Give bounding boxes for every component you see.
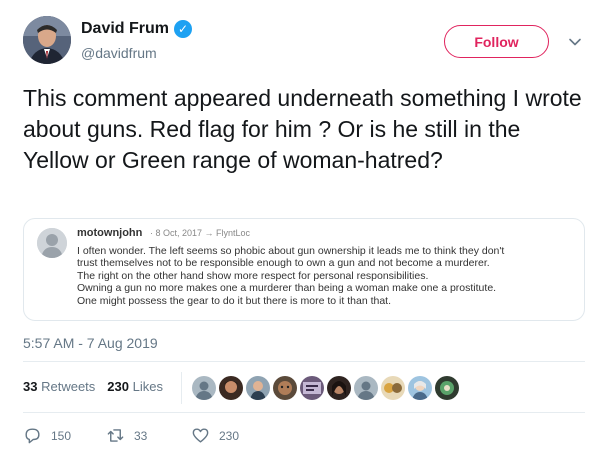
comment-line: One might possess the gear to do it but …: [77, 294, 392, 307]
liker-avatar[interactable]: [327, 376, 351, 400]
like-button[interactable]: 230: [191, 426, 239, 445]
author-handle[interactable]: @davidfrum: [81, 45, 157, 61]
follow-button[interactable]: Follow: [444, 25, 549, 58]
commenter-username: motownjohn: [77, 227, 143, 239]
author-name[interactable]: David Frum ✓: [81, 20, 193, 38]
comment-line: The right on the other hand show more re…: [77, 269, 429, 282]
tweet-timestamp[interactable]: 5:57 AM - 7 Aug 2019: [23, 335, 158, 351]
likes-count: 230: [107, 379, 129, 394]
like-count: 230: [219, 428, 240, 443]
likes-stat[interactable]: 230 Likes: [107, 379, 163, 394]
retweet-count: 33: [134, 428, 148, 443]
engagement-stats: 33 Retweets 230 Likes: [23, 379, 163, 394]
chevron-down-icon[interactable]: [568, 35, 582, 49]
liker-avatar[interactable]: [192, 376, 216, 400]
reply-count: 150: [51, 428, 72, 443]
commenter-avatar: [37, 228, 67, 258]
comment-line: trust themselves not to be responsible e…: [77, 257, 490, 270]
liker-avatar[interactable]: [381, 376, 405, 400]
comment-line: I often wonder. The left seems so phobic…: [77, 245, 505, 257]
author-name-text[interactable]: David Frum: [81, 20, 169, 38]
heart-icon: [192, 428, 209, 443]
verified-check-icon: ✓: [174, 20, 193, 38]
retweets-count: 33: [23, 379, 38, 394]
liker-avatar[interactable]: [273, 376, 297, 400]
comment-body: I often wonder. The left seems so phobic…: [77, 245, 577, 307]
liker-avatar[interactable]: [408, 376, 432, 400]
liker-avatar[interactable]: [246, 376, 270, 400]
embedded-comment-image[interactable]: motownjohn · 8 Oct, 2017 → FlyntLoc I of…: [23, 218, 585, 321]
reply-icon: [25, 428, 40, 444]
liker-avatars: [192, 376, 459, 400]
liker-avatar[interactable]: [435, 376, 459, 400]
tweet-actions: 150 33 230: [23, 426, 239, 445]
liker-avatar[interactable]: [219, 376, 243, 400]
retweets-stat[interactable]: 33 Retweets: [23, 379, 95, 394]
retweet-button[interactable]: 33: [106, 426, 191, 445]
comment-line: Owning a gun no more makes one a murdere…: [77, 282, 497, 295]
stats-separator: [181, 372, 182, 404]
author-avatar[interactable]: [23, 16, 71, 64]
likes-label: Likes: [132, 379, 163, 394]
liker-avatar[interactable]: [300, 376, 324, 400]
retweet-icon: [107, 429, 124, 442]
divider: [23, 361, 585, 362]
divider: [23, 412, 585, 413]
liker-avatar[interactable]: [354, 376, 378, 400]
reply-button[interactable]: 150: [23, 426, 106, 445]
comment-meta: · 8 Oct, 2017 → FlyntLoc: [150, 228, 251, 238]
tweet-text: This comment appeared underneath somethi…: [23, 85, 582, 173]
retweets-label: Retweets: [41, 379, 96, 394]
